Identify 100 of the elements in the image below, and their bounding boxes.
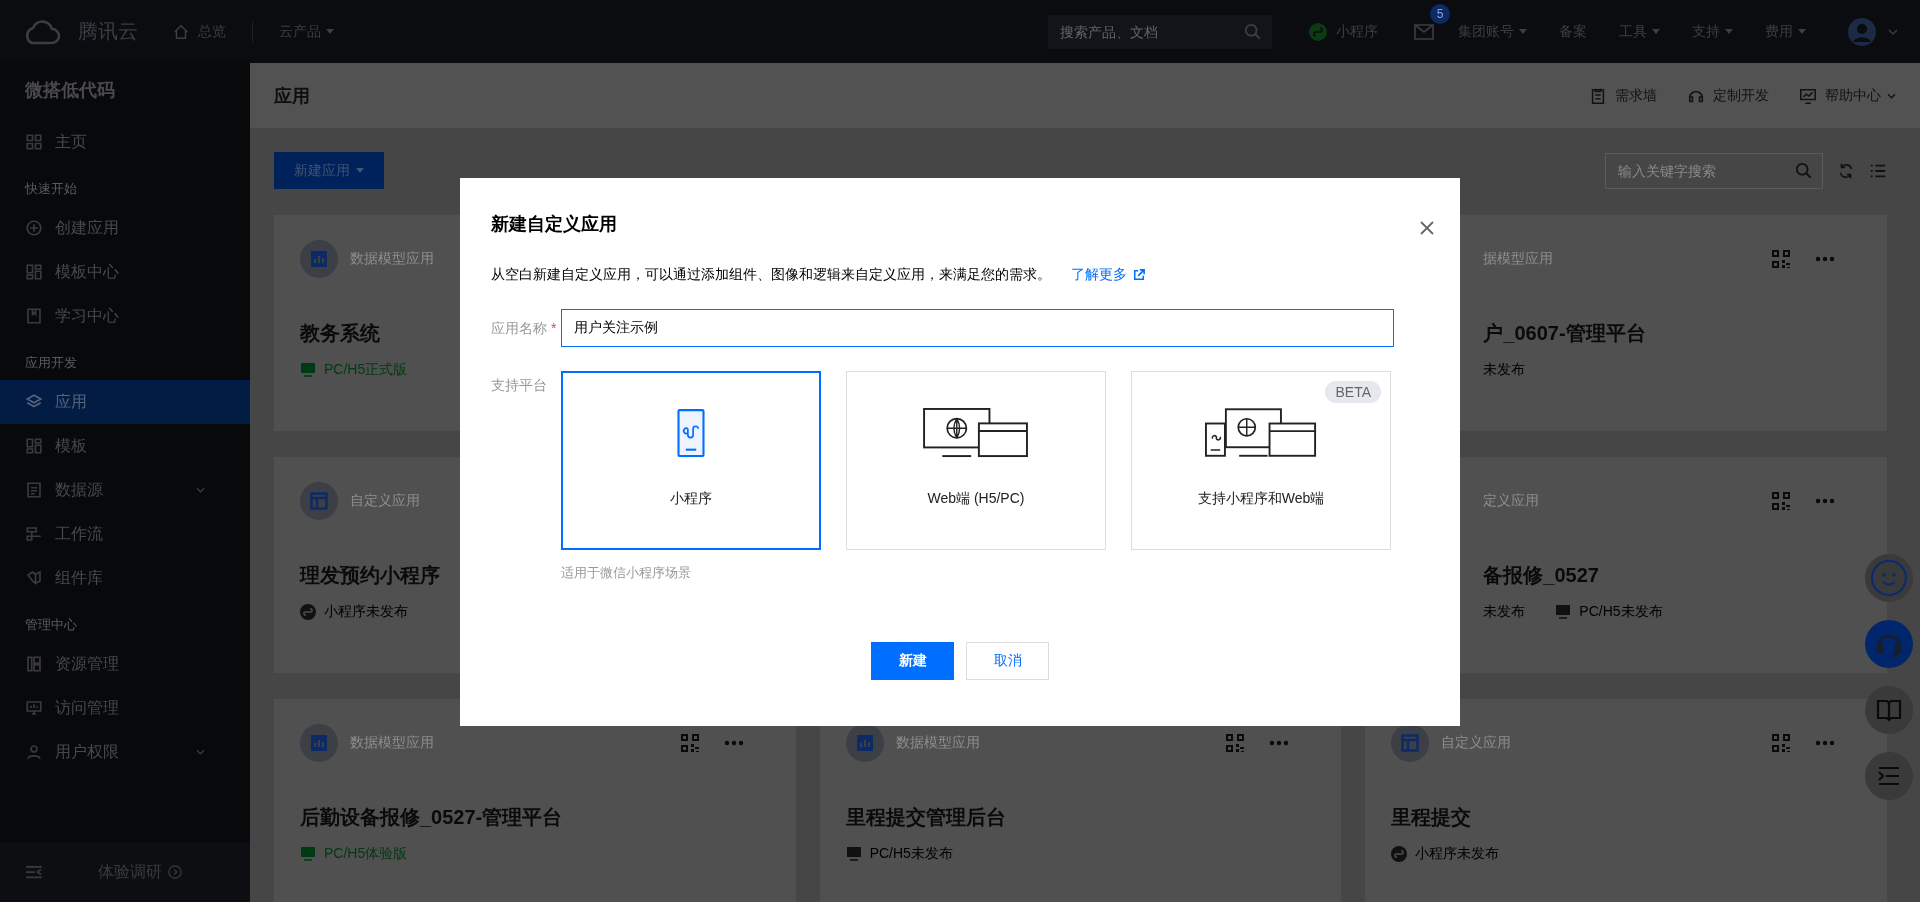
grid-icon [25, 133, 43, 151]
app-type-label: 数据模型应用 [895, 734, 980, 752]
publish-status: PC/H5体验版 [300, 845, 408, 863]
caret-icon[interactable] [1725, 29, 1733, 34]
refresh-icon[interactable] [1837, 161, 1855, 180]
publish-status: PC/H5未发布 [845, 845, 953, 863]
app-title: 里程提交管理后台 [845, 806, 1006, 828]
qr-code-icon[interactable] [1771, 733, 1791, 753]
section-heading: 应用开发 [24, 354, 78, 372]
clipboard-icon [1589, 86, 1607, 105]
app-title: 后勤设备报修_0527-管理平台 [300, 806, 563, 828]
sidebar-item[interactable]: 组件库 [0, 556, 250, 600]
section-heading: 管理中心 [24, 616, 78, 634]
layout-icon [1391, 724, 1430, 762]
mini-program-icon [300, 604, 316, 620]
sidebar-item[interactable]: 应用 [0, 380, 250, 424]
platform-option[interactable]: BETA 支持小程序和Web端 [1131, 371, 1391, 550]
publish-status: 未发布 [1483, 361, 1526, 379]
monitor-icon [300, 846, 316, 862]
user-icon [25, 743, 43, 761]
more-icon[interactable] [723, 740, 744, 746]
support-headset-button[interactable] [1864, 619, 1914, 669]
external-link-icon [1133, 269, 1145, 281]
dialog-title: 新建自定义应用 [491, 213, 618, 236]
collapse-icon[interactable] [25, 865, 43, 879]
product-title: 微搭低代码 [23, 79, 116, 102]
platform-option[interactable]: Web端 (H5/PC) [846, 371, 1106, 550]
more-icon[interactable] [1815, 256, 1835, 262]
app-name-field[interactable]: 用户关注示例 [561, 309, 1394, 347]
bar-chart-icon [300, 724, 338, 762]
app-title: 备报修_0527 [1483, 564, 1599, 586]
qr-code-icon[interactable] [679, 733, 700, 753]
keyword-search-field[interactable]: 输入关键字搜索 [1605, 152, 1823, 189]
header-link-label[interactable]: 帮助中心 [1825, 86, 1881, 105]
app-type-label: 数据模型应用 [350, 250, 434, 268]
more-icon[interactable] [1269, 740, 1290, 746]
close-icon[interactable] [1419, 220, 1435, 236]
sidebar-item[interactable]: 创建应用 [0, 206, 250, 250]
more-icon[interactable] [1815, 740, 1835, 746]
mini-program-icon[interactable] [1308, 21, 1328, 42]
monitor-icon [25, 699, 43, 717]
app-type-label: 据模型应用 [1483, 250, 1554, 268]
chevron-icon[interactable] [1887, 92, 1896, 99]
workflow-icon [25, 525, 43, 543]
sidebar-item[interactable]: 工作流 [0, 512, 250, 556]
chevron-icon [196, 487, 205, 493]
sidebar-item[interactable]: 模板 [0, 424, 250, 468]
caret-icon[interactable] [1798, 29, 1806, 34]
caret-icon[interactable] [1519, 29, 1527, 34]
avatar-icon[interactable] [1848, 17, 1876, 46]
mini-program-icon [1391, 846, 1408, 862]
caret-icon[interactable] [326, 29, 334, 34]
sidebar-item[interactable]: 资源管理 [0, 642, 250, 686]
bar-chart-icon [845, 724, 884, 762]
app-title: 里程提交 [1391, 806, 1472, 828]
learn-more-link[interactable]: 了解更多 [1071, 266, 1145, 284]
book-icon [25, 307, 43, 325]
qr-code-icon[interactable] [1771, 249, 1791, 269]
app-type-label: 数据模型应用 [350, 734, 434, 752]
search-field[interactable]: 搜索产品、文档 [1048, 14, 1272, 49]
chevron-circle-icon [168, 865, 182, 879]
app-type-label: 自定义应用 [350, 492, 420, 510]
component-icon [25, 569, 43, 587]
caret-icon[interactable] [1652, 29, 1660, 34]
publish-status: PC/H5正式版 [300, 361, 408, 379]
platform-option[interactable]: 小程序 [561, 371, 821, 550]
section-heading: 快速开始 [24, 180, 78, 198]
bar-chart-icon [300, 240, 338, 278]
app-title: 理发预约小程序 [300, 564, 440, 586]
mail-icon[interactable] [1414, 23, 1434, 40]
feedback-smiley-button[interactable] [1864, 553, 1914, 603]
publish-status: 小程序未发布 [300, 603, 408, 621]
new-app-button[interactable]: 新建应用 [274, 152, 384, 189]
sidebar-item[interactable]: 数据源 [0, 468, 250, 512]
create-button[interactable]: 新建 [871, 642, 954, 680]
sidebar-item[interactable]: 学习中心 [0, 294, 250, 338]
app-card[interactable]: 自定义应用 里程提交 小程序未发布 [1365, 699, 1887, 902]
field-label: 支持平台 [491, 376, 548, 395]
qr-code-icon[interactable] [1771, 491, 1791, 511]
app-card[interactable]: 数据模型应用 后勤设备报修_0527-管理平台 PC/H5体验版 [274, 699, 796, 902]
docs-book-button[interactable] [1864, 685, 1914, 735]
app-title: 教务系统 [300, 322, 380, 344]
outline-list-button[interactable] [1864, 751, 1914, 801]
home-icon[interactable] [172, 22, 190, 41]
qr-code-icon[interactable] [1225, 733, 1246, 753]
dialog-description: 从空白新建自定义应用，可以通过添加组件、图像和逻辑来自定义应用，来满足您的需求。 [491, 266, 1051, 284]
sidebar-item[interactable]: 模板中心 [0, 250, 250, 294]
caret-icon[interactable] [1888, 28, 1898, 35]
cancel-button[interactable]: 取消 [966, 642, 1049, 680]
sidebar-item[interactable]: 主页 [0, 120, 250, 164]
more-icon[interactable] [1815, 498, 1835, 504]
monitor-icon [300, 362, 316, 378]
phone-drawing [676, 408, 706, 458]
sidebar-item[interactable]: 用户权限 [0, 730, 250, 774]
header-link-label[interactable]: 需求墙 [1615, 86, 1657, 105]
monitor-icon [1799, 86, 1817, 105]
header-link-label[interactable]: 定制开发 [1713, 86, 1769, 105]
sidebar-item[interactable]: 访问管理 [0, 686, 250, 730]
search-icon[interactable] [1244, 22, 1262, 41]
search-icon[interactable] [1795, 161, 1813, 180]
